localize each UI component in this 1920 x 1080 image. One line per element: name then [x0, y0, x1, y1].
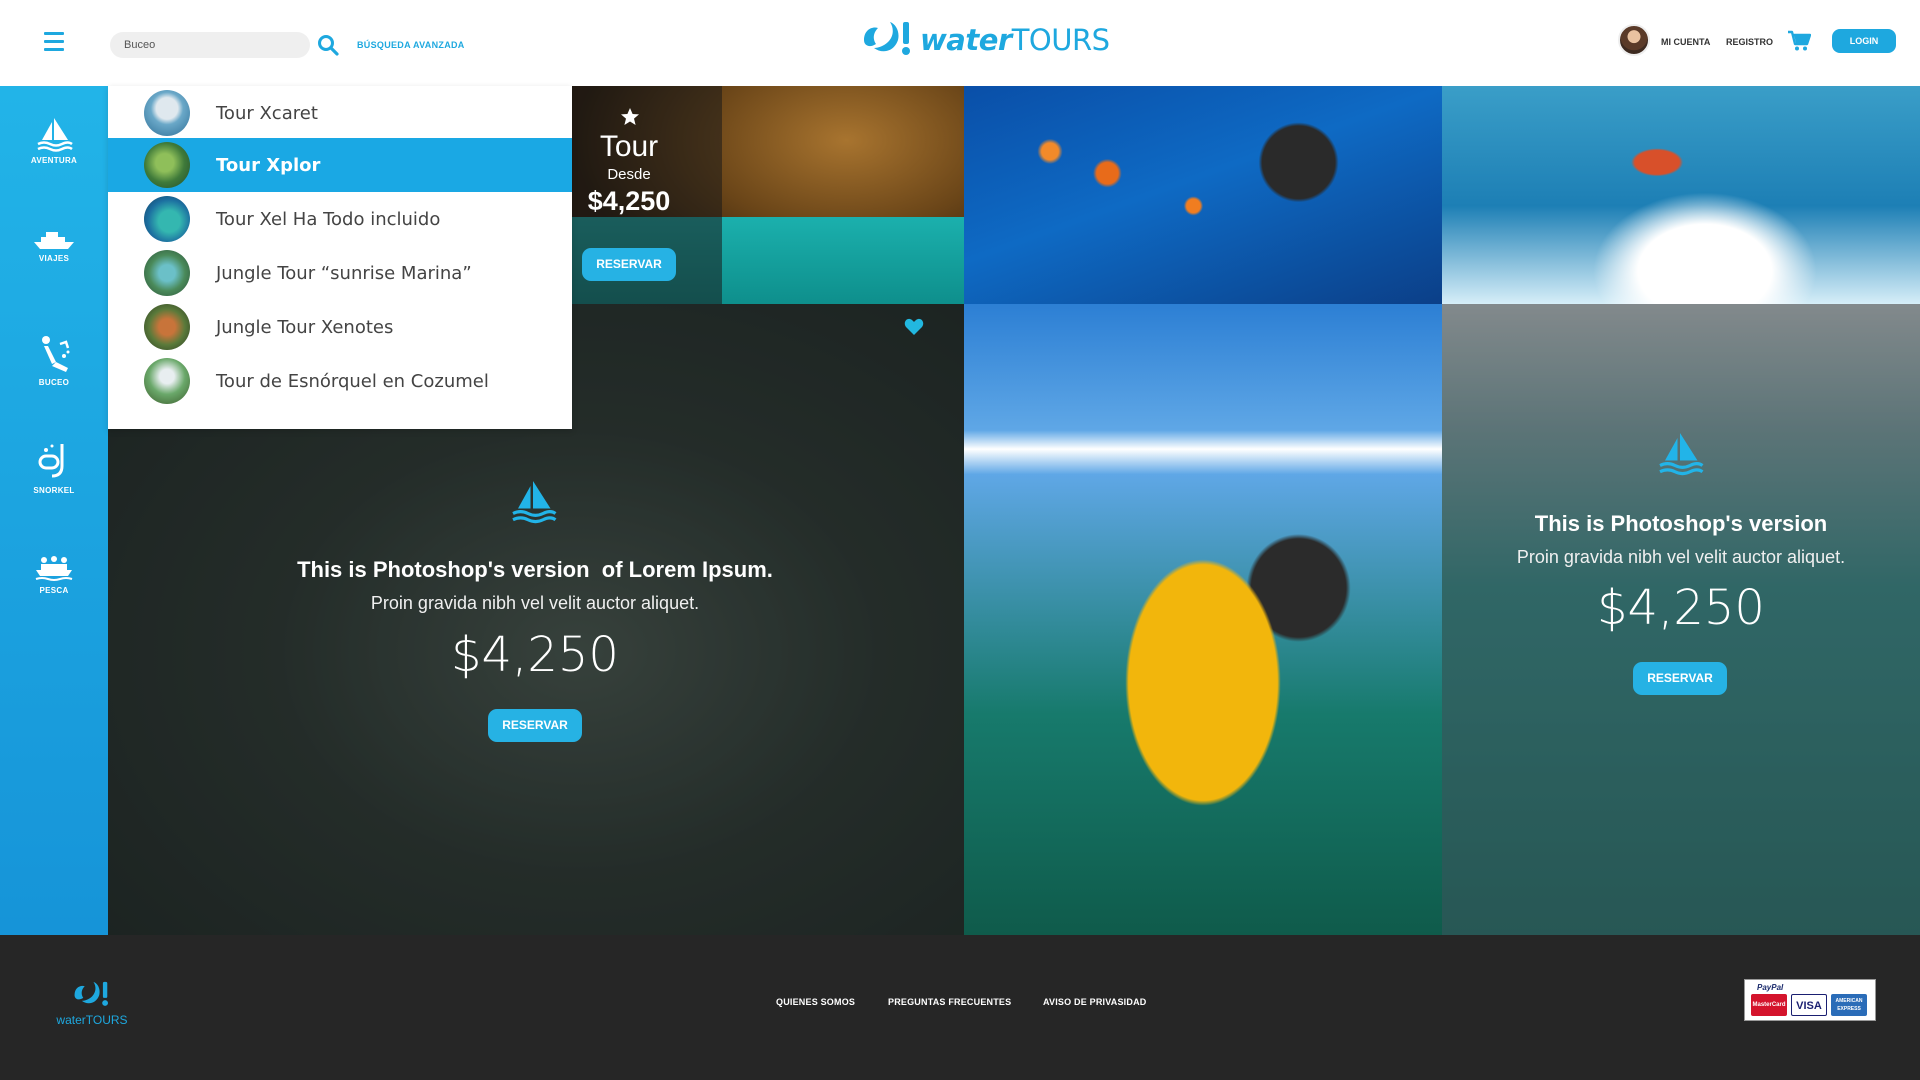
dropdown-item-label: Tour Xcaret — [216, 103, 318, 124]
jetski-photo-tile[interactable] — [964, 304, 1442, 935]
heart-icon[interactable] — [904, 318, 924, 336]
reef-diver-photo-tile[interactable] — [964, 86, 1442, 304]
boat-promo-title: This is Photoshop's version of Lorem Ips… — [297, 557, 773, 582]
tour-thumbnail — [144, 90, 190, 136]
mastercard-logo: MasterCard — [1751, 994, 1787, 1016]
snorkel-icon — [38, 444, 64, 478]
visa-logo: VISA — [1791, 994, 1827, 1016]
footer-link-about[interactable]: QUIENES SOMOS — [776, 997, 855, 1007]
menu-icon[interactable] — [44, 32, 64, 52]
login-button[interactable]: LOGIN — [1832, 29, 1896, 53]
advanced-search-link[interactable]: BÚSQUEDA AVANZADA — [357, 40, 465, 50]
sidebar-item-label: BUCEO — [38, 378, 70, 387]
sailboat-icon — [512, 481, 557, 524]
waterski-photo-tile[interactable] — [1442, 86, 1920, 304]
dropdown-item[interactable]: Jungle Tour “sunrise Marina” — [108, 246, 572, 300]
register-link[interactable]: REGISTRO — [1726, 37, 1773, 47]
star-icon — [621, 108, 639, 125]
amex-logo: AMERICAN EXPRESS — [1831, 994, 1867, 1016]
boat-promo-subtitle: Proin gravida nibh vel velit auctor aliq… — [370, 593, 700, 613]
payment-methods: PayPal MasterCard VISA AMERICAN EXPRESS — [1744, 979, 1876, 1021]
water-drop-logo-icon — [74, 981, 108, 1006]
sidebar-item-pesca[interactable]: PESCA — [0, 554, 108, 595]
dropdown-item-label: Tour Xel Ha Todo incluido — [216, 209, 441, 230]
search-input[interactable] — [110, 32, 310, 58]
tour-thumbnail — [144, 358, 190, 404]
sidebar-item-buceo[interactable]: BUCEO — [0, 334, 108, 387]
my-account-link[interactable]: MI CUENTA — [1661, 37, 1710, 47]
top-header: BÚSQUEDA AVANZADA waterTOURS MI CUENTA R… — [0, 0, 1920, 86]
search-results-dropdown: Tour Xcaret Tour Xplor Tour Xel Ha Todo … — [108, 86, 572, 429]
boat-promo-price: $4,250 — [451, 627, 619, 683]
site-logo[interactable]: waterTOURS — [860, 18, 1110, 62]
footer-link-privacy[interactable]: AVISO DE PRIVASIDAD — [1043, 997, 1146, 1007]
sidebar-item-viajes[interactable]: VIAJES — [0, 230, 108, 263]
logo-wordmark: waterTOURS — [920, 23, 1110, 57]
fishing-boat-icon — [35, 556, 73, 581]
tour-thumbnail — [144, 250, 190, 296]
dropdown-item-label: Jungle Tour Xenotes — [216, 317, 394, 338]
featured-reserve-button[interactable]: RESERVAR — [582, 248, 676, 281]
beach-promo-price: $4,250 — [1597, 580, 1765, 636]
dropdown-item[interactable]: Tour Xel Ha Todo incluido — [108, 192, 572, 246]
tour-thumbnail — [144, 196, 190, 242]
sidebar-item-label: VIAJES — [38, 254, 70, 263]
boat-reserve-button[interactable]: RESERVAR — [488, 709, 582, 742]
ship-icon — [34, 232, 74, 249]
featured-tour-price: $4,250 — [587, 186, 671, 216]
search-icon[interactable] — [316, 33, 340, 57]
dropdown-item-label: Tour Xplor — [216, 155, 321, 176]
tour-thumbnail — [144, 304, 190, 350]
sailboat-icon — [1659, 433, 1704, 476]
beach-reserve-button[interactable]: RESERVAR — [1633, 662, 1727, 695]
tour-thumbnail — [144, 142, 190, 188]
dropdown-item[interactable]: Tour Xcaret — [108, 86, 572, 140]
sidebar-item-label: AVENTURA — [30, 156, 78, 165]
dropdown-item[interactable]: Jungle Tour Xenotes — [108, 300, 572, 354]
sailboat-icon — [37, 118, 73, 152]
site-footer: waterTOURS QUIENES SOMOS PREGUNTAS FRECU… — [0, 935, 1920, 1080]
beach-promo-subtitle: Proin gravida nibh vel velit auctor aliq… — [1516, 547, 1846, 567]
footer-logo[interactable]: waterTOURS — [52, 979, 132, 1027]
category-sidebar: AVENTURA VIAJES BUCEO SNORKEL PESCA — [0, 86, 108, 935]
footer-link-faq[interactable]: PREGUNTAS FRECUENTES — [888, 997, 1011, 1007]
water-drop-logo-icon — [864, 22, 910, 55]
sidebar-item-snorkel[interactable]: SNORKEL — [0, 442, 108, 495]
featured-tour-from-label: Desde — [607, 166, 651, 183]
dropdown-item-active[interactable]: Tour Xplor — [108, 138, 572, 192]
dropdown-item[interactable]: Tour de Esnórquel en Cozumel — [108, 354, 572, 408]
paypal-logo: PayPal — [1757, 983, 1784, 992]
footer-logo-wordmark: waterTOURS — [56, 1013, 128, 1027]
featured-tour-title: Tour — [599, 130, 659, 163]
sidebar-item-label: SNORKEL — [33, 486, 75, 495]
avatar[interactable] — [1618, 24, 1650, 56]
beach-promo-title: This is Photoshop's version — [1534, 511, 1828, 536]
sidebar-item-label: PESCA — [39, 586, 69, 595]
dropdown-item-label: Jungle Tour “sunrise Marina” — [216, 263, 472, 284]
diver-icon — [42, 336, 70, 372]
cart-icon[interactable] — [1787, 30, 1811, 52]
dropdown-item-label: Tour de Esnórquel en Cozumel — [216, 371, 489, 392]
sidebar-item-aventura[interactable]: AVENTURA — [0, 116, 108, 165]
